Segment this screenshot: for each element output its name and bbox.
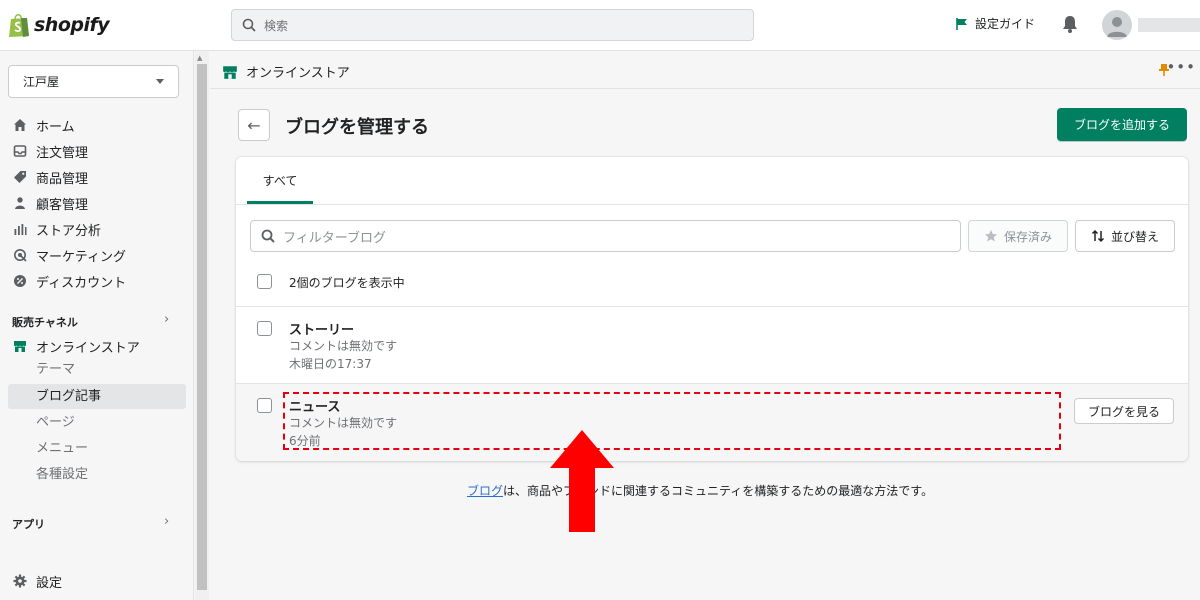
gear-icon	[12, 573, 28, 589]
sidebar-item-online-store[interactable]: オンラインストア	[12, 335, 140, 357]
search-placeholder: 検索	[264, 18, 289, 33]
sidebar-item-marketing[interactable]: マーケティング	[12, 244, 126, 266]
sort-button[interactable]: 並び替え	[1075, 220, 1175, 252]
saved-label: 保存済み	[1003, 229, 1052, 244]
sidebar-item-label: ホーム	[36, 119, 75, 135]
flag-icon	[956, 17, 967, 30]
filter-placeholder: フィルターブログ	[283, 230, 386, 246]
user-avatar-icon	[1107, 17, 1127, 37]
sidebar-item-orders[interactable]: 注文管理	[12, 140, 88, 162]
sidebar-item-analytics[interactable]: ストア分析	[12, 218, 101, 240]
search-icon	[242, 18, 256, 32]
logo-text: shopify	[34, 14, 110, 36]
apps-heading: アプリ	[12, 518, 45, 531]
back-button[interactable]: ←	[238, 109, 270, 141]
blog-comments-status: コメントは無効です	[289, 339, 398, 353]
sales-channels-heading: 販売チャネル	[12, 316, 78, 329]
search-icon	[261, 229, 275, 243]
sidebar-subitem-menus[interactable]: メニュー	[36, 438, 88, 460]
scroll-up-arrow-icon[interactable]: ▲	[197, 54, 202, 62]
divider	[236, 306, 1188, 307]
sidebar-item-customers[interactable]: 顧客管理	[12, 192, 88, 214]
home-icon	[12, 117, 28, 133]
view-blog-button[interactable]: ブログを見る	[1074, 398, 1174, 424]
person-icon	[12, 195, 28, 211]
avatar[interactable]	[1102, 10, 1132, 40]
blog-title-link[interactable]: ストーリー	[289, 319, 354, 338]
account-name-redacted[interactable]	[1138, 18, 1200, 32]
sidebar-subitem-themes[interactable]: テーマ	[36, 359, 75, 381]
sidebar-subitem-blog-posts[interactable]: ブログ記事	[36, 386, 101, 408]
shopify-bag-icon	[9, 14, 29, 37]
star-icon	[984, 230, 997, 242]
row-checkbox[interactable]	[257, 321, 272, 336]
sidebar-item-settings[interactable]: 設定	[12, 570, 62, 592]
sidebar-item-products[interactable]: 商品管理	[12, 166, 88, 188]
sidebar-item-label: ディスカウント	[36, 275, 127, 291]
caret-down-icon	[156, 79, 164, 84]
saved-searches-button[interactable]: 保存済み	[968, 220, 1068, 252]
row-checkbox[interactable]	[257, 398, 272, 413]
sidebar-subitem-preferences[interactable]: 各種設定	[36, 464, 88, 486]
sidebar: 江戸屋 ホーム 注文管理 商品管理 顧客管理 ストア分析 マーケティング ディス…	[0, 51, 194, 600]
setup-guide-label: 設定ガイド	[975, 17, 1036, 31]
global-search-input[interactable]: 検索	[231, 9, 754, 41]
tag-icon	[12, 169, 28, 185]
target-icon	[12, 247, 28, 263]
footer-help-text: ブログは、商品やブランドに関連するコミュニティを構築するための最適な方法です。	[467, 482, 933, 499]
arrow-left-icon: ←	[247, 115, 261, 135]
tab-all[interactable]: すべて	[247, 157, 313, 204]
store-name: 江戸屋	[23, 75, 60, 89]
sidebar-item-label: オンラインストア	[36, 340, 140, 356]
divider	[236, 383, 1188, 384]
chevron-right-icon[interactable]: ›	[164, 312, 169, 327]
annotation-arrow-icon	[550, 430, 614, 532]
blog-updated-time: 木曜日の17:37	[289, 357, 372, 371]
more-actions-icon[interactable]: •••	[1166, 58, 1196, 76]
sidebar-item-home[interactable]: ホーム	[12, 114, 75, 136]
add-blog-button[interactable]: ブログを追加する	[1057, 108, 1187, 141]
select-all-checkbox[interactable]	[257, 274, 272, 289]
divider	[236, 204, 1188, 205]
sidebar-item-label: 顧客管理	[36, 197, 89, 213]
scrollbar-thumb[interactable]	[197, 64, 207, 590]
blog-help-link[interactable]: ブログ	[467, 484, 503, 498]
sidebar-item-label: ストア分析	[36, 223, 102, 239]
sidebar-item-label: マーケティング	[36, 249, 126, 265]
online-store-icon	[223, 65, 237, 79]
chevron-right-icon[interactable]: ›	[164, 514, 169, 529]
app-title: オンラインストア	[222, 62, 350, 81]
shopify-logo[interactable]: shopify	[8, 12, 110, 38]
app-header: オンラインストア •••	[210, 51, 1200, 89]
sidebar-item-label: 商品管理	[36, 171, 89, 187]
sidebar-subitem-pages[interactable]: ページ	[36, 412, 75, 434]
filter-blogs-input[interactable]: フィルターブログ	[250, 220, 961, 252]
sidebar-item-label: 設定	[36, 575, 63, 591]
blog-count-text: 2個のブログを表示中	[289, 276, 405, 290]
page-title: ブログを管理する	[285, 117, 429, 138]
sort-label: 並び替え	[1110, 229, 1159, 244]
setup-guide-button[interactable]: 設定ガイド	[955, 15, 1035, 32]
app-title-text: オンラインストア	[246, 66, 350, 81]
store-selector[interactable]: 江戸屋	[8, 65, 179, 98]
bar-chart-icon	[12, 221, 28, 237]
store-icon	[12, 338, 28, 354]
bell-icon[interactable]	[1062, 14, 1078, 34]
top-bar: shopify 検索 設定ガイド	[0, 0, 1200, 51]
sidebar-item-discounts[interactable]: ディスカウント	[12, 270, 126, 292]
discount-icon	[12, 273, 28, 289]
sort-arrows-icon	[1091, 229, 1105, 243]
annotation-highlight-box	[283, 392, 1061, 450]
blogs-card: すべて フィルターブログ 保存済み 並び替え 2個のブログを表示中 ストーリー …	[236, 157, 1188, 461]
inbox-icon	[12, 143, 28, 159]
sidebar-item-label: 注文管理	[36, 145, 89, 161]
